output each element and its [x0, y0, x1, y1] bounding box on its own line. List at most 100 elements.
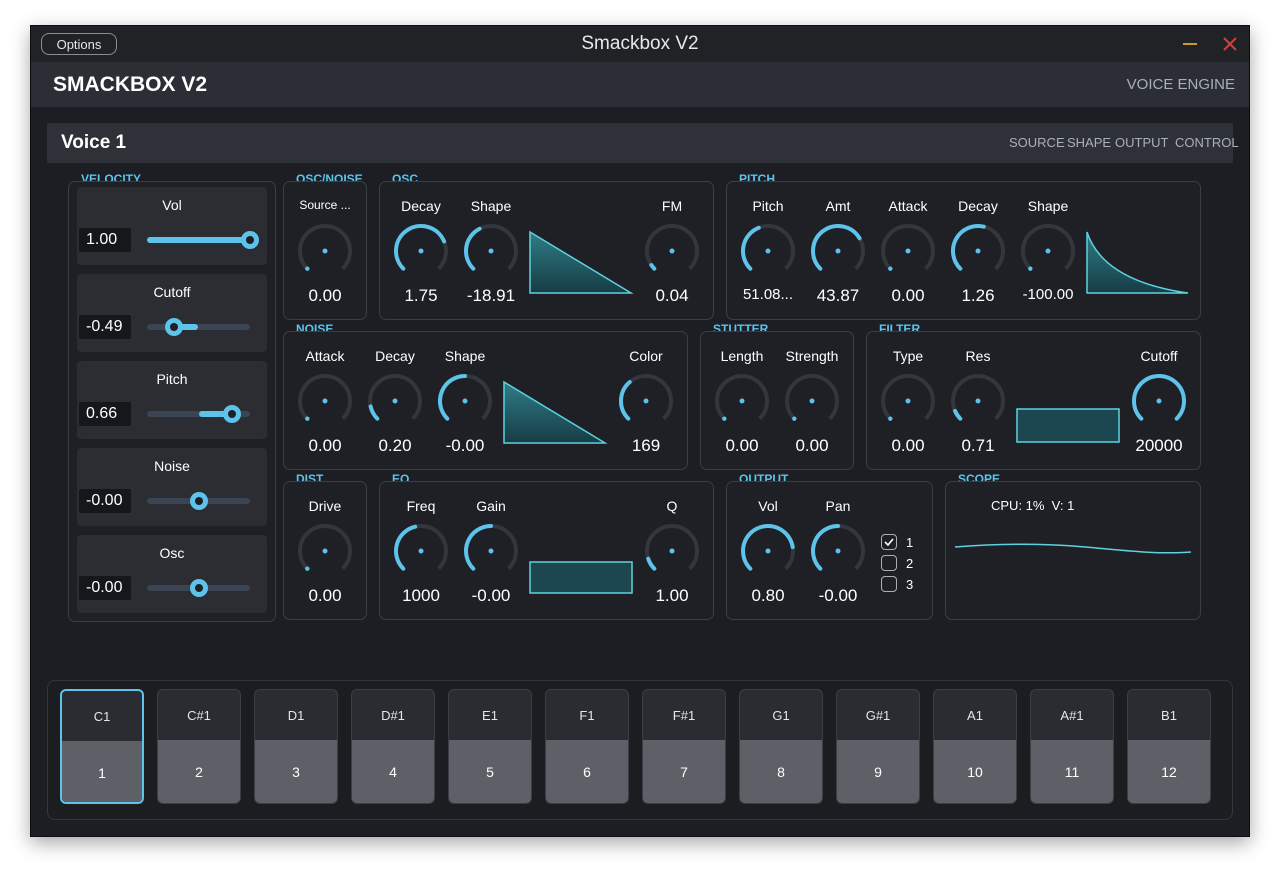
pad-1[interactable]: C1 1	[60, 689, 144, 804]
pad-number[interactable]: 2	[158, 740, 240, 803]
pitch-shape-knob[interactable]	[1018, 221, 1078, 281]
pitch-amt-knob[interactable]	[808, 221, 868, 281]
pad-8[interactable]: G1 8	[739, 689, 823, 804]
tab-source[interactable]: SOURCE	[1009, 123, 1065, 163]
pad-number[interactable]: 6	[546, 740, 628, 803]
pitch-envelope-display	[1086, 231, 1189, 294]
knob-track	[298, 524, 352, 571]
velocity-label-noise: Noise	[154, 458, 190, 474]
knob-label-output-vol: Vol	[758, 498, 778, 514]
eq-freq-knob[interactable]	[391, 521, 451, 581]
knob-value-noise-decay: 0.20	[378, 436, 412, 455]
slider-thumb[interactable]	[164, 318, 183, 336]
velocity-value-noise[interactable]: -0.00	[79, 489, 131, 513]
app-title: SMACKBOX V2	[53, 73, 208, 96]
velocity-value-vol[interactable]: 1.00	[79, 228, 131, 252]
pad-9[interactable]: G#1 9	[836, 689, 920, 804]
pad-number[interactable]: 9	[837, 740, 919, 803]
knob-center-dot	[643, 398, 649, 404]
drive-knob[interactable]	[295, 521, 355, 581]
tab-shape[interactable]: SHAPE	[1067, 123, 1111, 163]
stutter-strength-knob[interactable]	[782, 371, 842, 431]
pad-number[interactable]: 12	[1128, 740, 1210, 803]
noise-decay-knob[interactable]	[365, 371, 425, 431]
pad-number[interactable]: 11	[1031, 740, 1113, 803]
velocity-value-cutoff[interactable]: -0.49	[79, 315, 131, 339]
pitch-decay-knob[interactable]	[948, 221, 1008, 281]
knob-label-source: Source ...	[299, 198, 351, 212]
osc-shape-knob[interactable]	[461, 221, 521, 281]
output-pan-knob[interactable]	[808, 521, 868, 581]
channel-1-checkbox[interactable]	[881, 534, 897, 550]
noise-slider[interactable]	[147, 492, 250, 510]
noise-shape-knob[interactable]	[435, 371, 495, 431]
knob-value-pitch: 51.08...	[742, 286, 794, 303]
eq-q-knob[interactable]	[642, 521, 702, 581]
pad-12[interactable]: B1 12	[1127, 689, 1211, 804]
slider-thumb[interactable]	[241, 231, 259, 249]
knob-min-marker	[305, 266, 310, 271]
minimize-icon[interactable]	[1180, 34, 1200, 54]
pad-number[interactable]: 5	[449, 740, 531, 803]
pad-number[interactable]: 4	[352, 740, 434, 803]
pad-10[interactable]: A1 10	[933, 689, 1017, 804]
output-vol-knob[interactable]	[738, 521, 798, 581]
knob-label-pitch-attack: Attack	[888, 198, 928, 214]
pad-11[interactable]: A#1 11	[1030, 689, 1114, 804]
cutoff-slider[interactable]	[147, 318, 250, 336]
channel-2-checkbox[interactable]	[881, 555, 897, 571]
eq-gain-knob[interactable]	[461, 521, 521, 581]
knob-label-pitch-shape: Shape	[1027, 198, 1069, 214]
osc-decay-knob[interactable]	[391, 221, 451, 281]
pad-2[interactable]: C#1 2	[157, 689, 241, 804]
channel-3-checkbox[interactable]	[881, 576, 897, 592]
knob-value-arc	[953, 408, 963, 421]
pad-number[interactable]: 7	[643, 740, 725, 803]
knob-center-dot	[488, 248, 494, 254]
osc-fm-knob[interactable]	[642, 221, 702, 281]
engine-label: VOICE ENGINE	[1126, 76, 1235, 93]
source-knob[interactable]	[295, 221, 355, 281]
pad-5[interactable]: E1 5	[448, 689, 532, 804]
pitch-attack-knob[interactable]	[878, 221, 938, 281]
knob-value-stutter-strength: 0.00	[795, 436, 829, 455]
pad-number[interactable]: 3	[255, 740, 337, 803]
knob-label-noise-shape: Shape	[444, 348, 486, 364]
pad-number[interactable]: 10	[934, 740, 1016, 803]
velocity-value-pitch[interactable]: 0.66	[79, 402, 131, 426]
stutter-length-knob[interactable]	[712, 371, 772, 431]
pitch-knob[interactable]	[738, 221, 798, 281]
knob-label-filter-type: Type	[892, 348, 924, 364]
knob-track	[298, 224, 352, 271]
tab-output[interactable]: OUTPUT	[1115, 123, 1168, 163]
velocity-value-osc[interactable]: -0.00	[79, 576, 131, 600]
vol-slider[interactable]	[147, 231, 259, 249]
knob-center-dot	[418, 548, 424, 554]
pad-number[interactable]: 1	[62, 741, 142, 802]
noise-color-knob[interactable]	[616, 371, 676, 431]
knob-track	[715, 374, 769, 421]
pad-note-label: A1	[967, 708, 983, 723]
pad-4[interactable]: D#1 4	[351, 689, 435, 804]
knob-track	[1021, 224, 1075, 271]
filter-type-knob[interactable]	[878, 371, 938, 431]
filter-res-knob[interactable]	[948, 371, 1008, 431]
filter-cutoff-knob[interactable]	[1129, 371, 1189, 431]
pad-number[interactable]: 8	[740, 740, 822, 803]
knob-min-marker	[888, 266, 893, 271]
noise-attack-knob[interactable]	[295, 371, 355, 431]
slider-thumb[interactable]	[189, 492, 208, 510]
velocity-card-cutoff: Cutoff -0.49	[77, 274, 267, 352]
tab-control[interactable]: CONTROL	[1175, 123, 1239, 163]
slider-thumb[interactable]	[223, 405, 242, 423]
pad-7[interactable]: F#1 7	[642, 689, 726, 804]
pitch-slider[interactable]	[147, 405, 250, 423]
close-icon[interactable]	[1220, 34, 1240, 54]
knob-center-dot	[488, 548, 494, 554]
pad-6[interactable]: F1 6	[545, 689, 629, 804]
osc-slider[interactable]	[147, 579, 250, 597]
knob-min-marker	[722, 416, 727, 421]
velocity-label-pitch: Pitch	[156, 371, 188, 387]
slider-thumb[interactable]	[189, 579, 208, 597]
pad-3[interactable]: D1 3	[254, 689, 338, 804]
